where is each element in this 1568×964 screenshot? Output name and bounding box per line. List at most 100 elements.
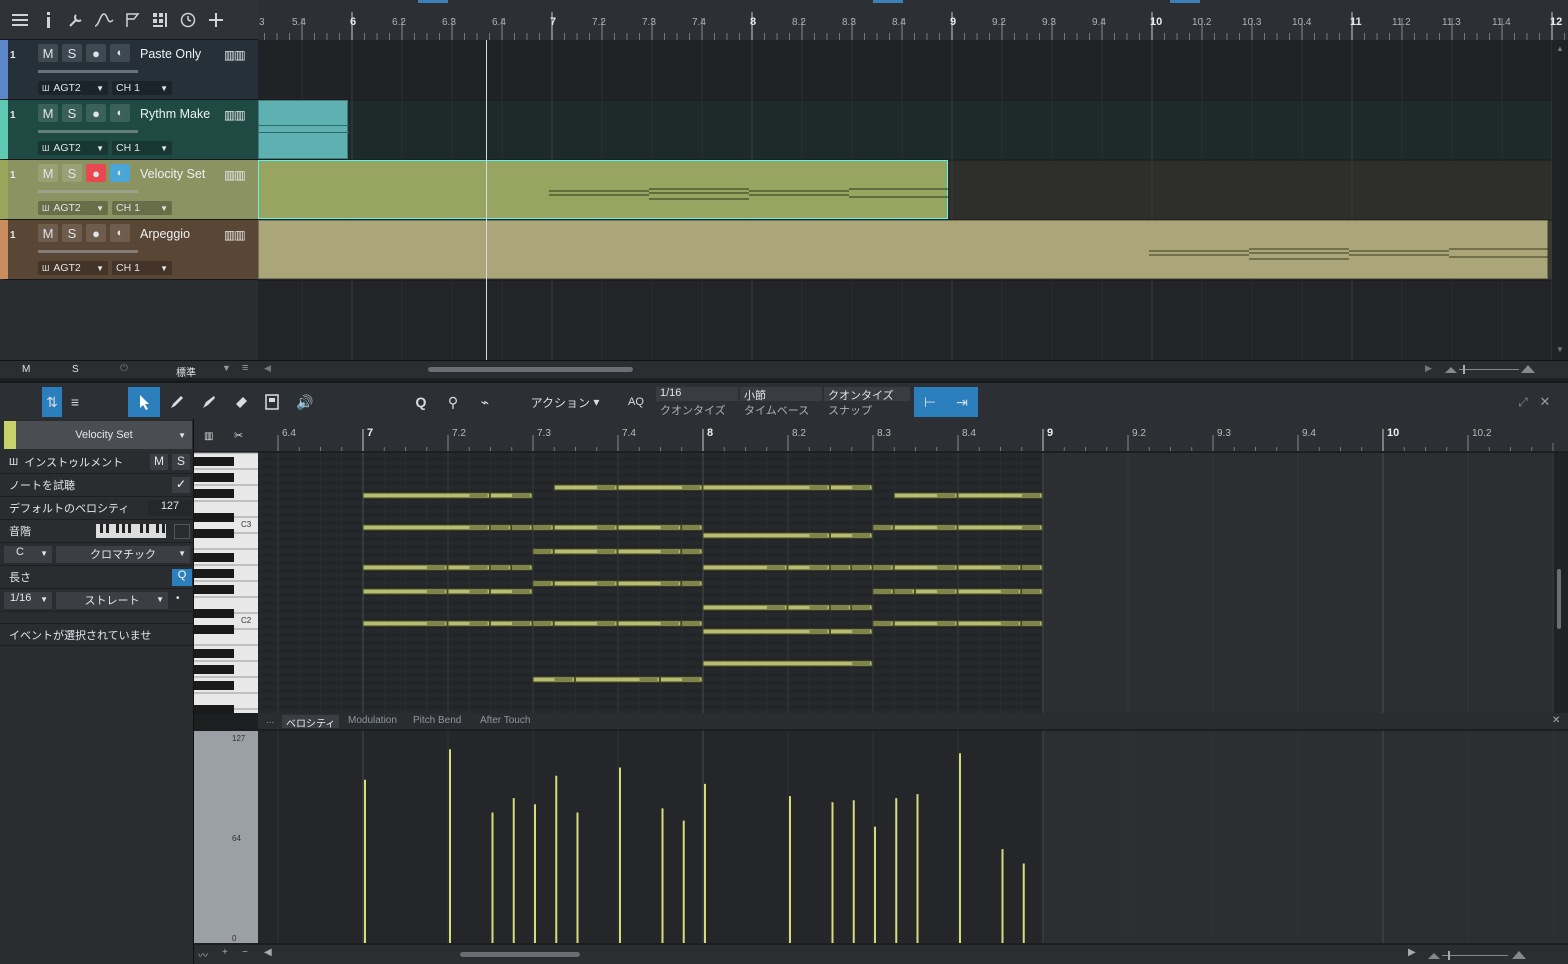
midi-note[interactable] (660, 676, 703, 683)
midi-note[interactable] (553, 620, 618, 627)
monitor-icon[interactable]: ◐ (110, 164, 130, 182)
midi-note[interactable] (553, 484, 618, 491)
midi-note[interactable] (553, 548, 618, 555)
scale-checkbox[interactable] (174, 524, 190, 539)
volume-fader[interactable] (38, 250, 138, 253)
snap-select[interactable]: クオンタイズ スナップ (824, 387, 910, 418)
expand-icon[interactable]: ⤢ (1514, 387, 1532, 417)
instrument-select[interactable]: Ш AGT2 ▼ (38, 81, 108, 95)
midi-note[interactable] (957, 492, 1043, 499)
midi-note[interactable] (872, 620, 894, 627)
midi-note[interactable] (851, 604, 873, 611)
midi-note[interactable] (702, 564, 788, 571)
list-view-icon[interactable]: ≡ (64, 387, 86, 417)
midi-note[interactable] (553, 580, 618, 587)
footer-solo[interactable]: S (72, 364, 79, 375)
midi-note[interactable] (893, 620, 958, 627)
mute-button[interactable]: M (38, 44, 58, 62)
midi-note[interactable] (553, 524, 618, 531)
midi-note[interactable] (532, 548, 554, 555)
midi-note[interactable] (490, 620, 533, 627)
editor-horizontal-scrollbar-thumb[interactable] (460, 952, 580, 957)
instrument-solo-button[interactable]: S (172, 454, 190, 470)
scroll-right-icon[interactable]: ▶ (1425, 363, 1432, 374)
clip-arpeggio[interactable] (258, 220, 1549, 279)
track-selector[interactable]: Velocity Set ▼ (16, 421, 192, 449)
midi-note[interactable] (957, 620, 1022, 627)
scroll-left-icon[interactable]: ◀ (264, 363, 271, 374)
horizontal-scrollbar-thumb[interactable] (428, 367, 633, 372)
humanize-icon[interactable]: ⚲ (440, 387, 466, 417)
midi-note[interactable] (532, 524, 554, 531)
mute-button[interactable]: M (38, 224, 58, 242)
scale-keyboard-icon[interactable] (96, 524, 166, 538)
midi-note[interactable] (617, 620, 682, 627)
channel-select[interactable]: CH 1 ▼ (112, 81, 172, 95)
instrument-select[interactable]: Ш AGT2 ▼ (38, 201, 108, 215)
snap-left-icon[interactable]: ⊢ (914, 387, 946, 417)
track-name[interactable]: Arpeggio (140, 227, 190, 241)
pencil-tool-icon[interactable] (162, 387, 192, 417)
arrange-vertical-scrollbar[interactable]: ▲ ▼ (1552, 40, 1568, 360)
length-quantize-button[interactable]: Q (172, 569, 192, 586)
midi-note[interactable] (617, 580, 682, 587)
midi-note[interactable] (851, 564, 873, 571)
midi-note[interactable] (362, 564, 448, 571)
minus-icon[interactable]: − (242, 947, 248, 958)
automation-tab-2[interactable]: Modulation (344, 715, 401, 728)
info-icon[interactable] (34, 6, 62, 34)
midi-note[interactable] (447, 564, 490, 571)
midi-note[interactable] (362, 492, 490, 499)
monitor-icon[interactable]: ◐ (110, 44, 130, 62)
instrument-mute-button[interactable]: M (150, 454, 168, 470)
length-select[interactable]: 1/16 ▼ (4, 592, 52, 609)
marker-icon[interactable] (118, 6, 146, 34)
paint-tool-icon[interactable] (194, 387, 224, 417)
split-tool-icon[interactable] (258, 387, 286, 417)
footer-mode[interactable]: 標準 (176, 364, 196, 379)
volume-fader[interactable] (38, 70, 138, 73)
arrange-ruler[interactable]: 5.4 6 6.2 6.3 6.4 7 7.2 7.3 7.4 8 8.2 8.3 8.4 9 9.2 9.3… (258, 0, 1568, 40)
midi-note[interactable] (830, 532, 873, 539)
midi-note[interactable] (702, 660, 873, 667)
snap-right-icon[interactable]: ⇥ (946, 387, 978, 417)
quantize-icon[interactable]: Q (408, 387, 434, 417)
midi-note[interactable] (362, 620, 448, 627)
midi-note[interactable] (1021, 620, 1043, 627)
midi-note[interactable] (872, 524, 894, 531)
groove-icon[interactable]: ⌁ (470, 387, 500, 417)
list-icon[interactable]: ≡ (242, 362, 248, 374)
key-select[interactable]: C ▼ (4, 546, 52, 563)
midi-note[interactable] (681, 580, 703, 587)
midi-note[interactable] (511, 564, 533, 571)
automation-tab-4[interactable]: After Touch (476, 715, 534, 728)
zoom-slider[interactable] (1445, 363, 1535, 375)
midi-note[interactable] (893, 588, 915, 595)
midi-note[interactable] (1021, 564, 1043, 571)
midi-note[interactable] (957, 588, 1022, 595)
midi-note[interactable] (490, 492, 533, 499)
midi-note[interactable] (893, 524, 958, 531)
grid-icon[interactable] (146, 6, 174, 34)
midi-note[interactable] (893, 564, 958, 571)
track-name[interactable]: Paste Only (140, 47, 201, 61)
midi-note[interactable] (532, 580, 554, 587)
midi-note[interactable] (830, 564, 852, 571)
midi-note[interactable] (617, 484, 703, 491)
preview-checkbox[interactable]: ✓ (172, 477, 190, 493)
clip-velocity-set[interactable] (258, 160, 949, 219)
automation-tab-1[interactable]: ベロシティ (282, 715, 340, 730)
track-name[interactable]: Velocity Set (140, 167, 205, 181)
midi-note[interactable] (787, 604, 830, 611)
midi-note[interactable] (362, 588, 448, 595)
dot-icon[interactable]: • (176, 593, 180, 604)
default-velocity-field[interactable]: 127 (148, 500, 192, 516)
instrument-select[interactable]: Ш AGT2 ▼ (38, 141, 108, 155)
solo-button[interactable]: S (62, 224, 82, 242)
midi-note[interactable] (617, 524, 682, 531)
midi-note[interactable] (447, 620, 490, 627)
mute-button[interactable]: M (38, 104, 58, 122)
record-arm-icon[interactable]: ● (86, 104, 106, 122)
aq-button[interactable]: AQ (624, 387, 648, 417)
mute-button[interactable]: M (38, 164, 58, 182)
